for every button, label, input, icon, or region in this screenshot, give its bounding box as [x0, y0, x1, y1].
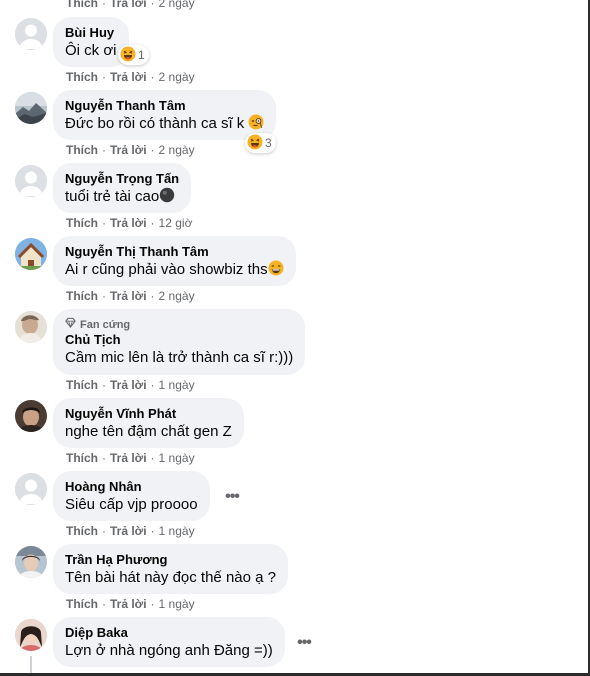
comment-text: Lợn ở nhà ngóng anh Đăng =)) [65, 642, 273, 659]
comment-bubble: Nguyễn Thanh Tâm Đức bo rồi có thành ca … [53, 90, 277, 140]
like-link[interactable]: Thích [66, 451, 98, 465]
comment-actions: Thích · Trả lời · 2 ngày [66, 70, 195, 84]
avatar[interactable] [15, 619, 47, 651]
comment-time[interactable]: 2 ngày [159, 143, 195, 157]
reply-link[interactable]: Trả lời [110, 70, 147, 84]
comment-time[interactable]: 2 ngày [159, 70, 195, 84]
reaction-count: 1 [138, 48, 145, 62]
avatar[interactable] [15, 473, 47, 505]
commenter-name[interactable]: Trần Hạ Phương [65, 552, 276, 568]
comment-bubble: Trần Hạ Phương Tên bài hát này đọc thế n… [53, 544, 288, 594]
commenter-name[interactable]: Nguyễn Trọng Tấn [65, 171, 179, 187]
avatar[interactable] [15, 18, 47, 50]
badge-label: Fan cứng [80, 318, 131, 331]
like-link[interactable]: Thích [66, 378, 98, 392]
like-link[interactable]: Thích [66, 524, 98, 538]
like-link[interactable]: Thích [66, 143, 98, 157]
reply-link[interactable]: Trả lời [110, 289, 147, 303]
comment-text: tuổi trẻ tài cao [65, 188, 160, 205]
avatar[interactable] [15, 92, 47, 124]
comment-actions: Thích · Trả lời · 1 ngày [66, 597, 195, 611]
commenter-name[interactable]: Nguyễn Thanh Tâm [65, 98, 264, 114]
comment-time[interactable]: 1 ngày [159, 597, 195, 611]
comment-text: Đức bo rồi có thành ca sĩ k [65, 115, 245, 132]
avatar[interactable] [15, 400, 47, 432]
comment-actions: Thích · Trả lời · 2 ngày [66, 289, 195, 303]
avatar[interactable] [15, 165, 47, 197]
comment-text: Ôi ck ơi [65, 42, 117, 59]
comment-text: Ai r cũng phải vào showbiz ths [65, 261, 268, 278]
comment-time[interactable]: 1 ngày [159, 451, 195, 465]
like-link[interactable]: Thích [66, 70, 98, 84]
reply-link[interactable]: Trả lời [110, 378, 147, 392]
avatar[interactable] [15, 238, 47, 270]
comment-time[interactable]: 12 giờ [159, 216, 193, 230]
commenter-name[interactable]: Chủ Tịch [65, 332, 293, 348]
reply-link[interactable]: Trả lời [110, 524, 147, 538]
commenter-name[interactable]: Hoàng Nhân [65, 479, 198, 495]
comment-time[interactable]: 1 ngày [159, 524, 195, 538]
comment-actions: Thích · Trả lời · 1 ngày [66, 451, 195, 465]
comment-actions: Thích · Trả lời · 12 giờ [66, 216, 193, 230]
like-link[interactable]: Thích [66, 216, 98, 230]
reply-link[interactable]: Trả lời [110, 216, 147, 230]
like-link[interactable]: Thích [66, 289, 98, 303]
diamond-icon [65, 317, 76, 332]
reaction-count: 3 [265, 136, 272, 150]
comment-text: Tên bài hát này đọc thế nào ạ ? [65, 569, 276, 586]
comment-bubble: Nguyễn Thị Thanh Tâm Ai r cũng phải vào … [53, 236, 296, 286]
comment-text: nghe tên đậm chất gen Z [65, 423, 232, 440]
avatar[interactable] [15, 311, 47, 343]
comment-text: Cầm mic lên là trở thành ca sĩ r:))) [65, 349, 294, 366]
commenter-name[interactable]: Bùi Huy [65, 25, 117, 41]
more-options-icon[interactable]: ••• [222, 488, 242, 505]
reply-link[interactable]: Trả lời [110, 451, 147, 465]
black-circle-emoji-icon [159, 187, 175, 209]
top-fan-badge[interactable]: Fan cứng [65, 317, 293, 332]
like-link[interactable]: Thích [66, 597, 98, 611]
comment-bubble: Hoàng Nhân Siêu cấp vjp proooo [53, 471, 210, 521]
comment-bubble: Nguyễn Vĩnh Phát nghe tên đậm chất gen Z [53, 398, 244, 448]
reply-link[interactable]: Trả lời [110, 597, 147, 611]
reply-link[interactable]: Trả lời [110, 0, 147, 10]
grinning-face-emoji-icon [268, 260, 284, 282]
avatar[interactable] [15, 546, 47, 578]
comment-actions: Thích · Trả lời · 2 ngày [66, 0, 195, 11]
like-link[interactable]: Thích [66, 0, 98, 10]
comment-actions: Thích · Trả lời · 1 ngày [66, 378, 195, 392]
reaction-summary[interactable]: 3 [245, 133, 276, 153]
comment-bubble: Fan cứng Chủ Tịch Cầm mic lên là trở thà… [53, 309, 306, 375]
haha-reaction-icon [120, 46, 136, 65]
commenter-name[interactable]: Diệp Baka [65, 625, 273, 641]
comment-actions: Thích · Trả lời · 1 ngày [66, 524, 195, 538]
commenter-name[interactable]: Nguyễn Vĩnh Phát [65, 406, 232, 422]
commenter-name[interactable]: Nguyễn Thị Thanh Tâm [65, 244, 284, 260]
comment-bubble: Nguyễn Trọng Tấn tuổi trẻ tài cao [53, 163, 192, 213]
comment-bubble: Bùi Huy Ôi ck ơi [53, 17, 129, 67]
comment-time[interactable]: 1 ngày [159, 378, 195, 392]
comments-panel: Thích · Trả lời · 2 ngày Bùi Huy Ôi ck ơi 1 … [0, 0, 590, 676]
comment-text: Siêu cấp vjp proooo [65, 496, 198, 513]
reply-link[interactable]: Trả lời [110, 143, 147, 157]
comment-actions: Thích · Trả lời · 2 ngày [66, 143, 195, 157]
reaction-summary[interactable]: 1 [118, 45, 149, 65]
comment-bubble: Diệp Baka Lợn ở nhà ngóng anh Đăng =)) [53, 617, 285, 667]
comment-time[interactable]: 2 ngày [159, 0, 195, 10]
haha-reaction-icon [247, 134, 263, 153]
comment-time[interactable]: 2 ngày [159, 289, 195, 303]
more-options-icon[interactable]: ••• [294, 634, 314, 651]
